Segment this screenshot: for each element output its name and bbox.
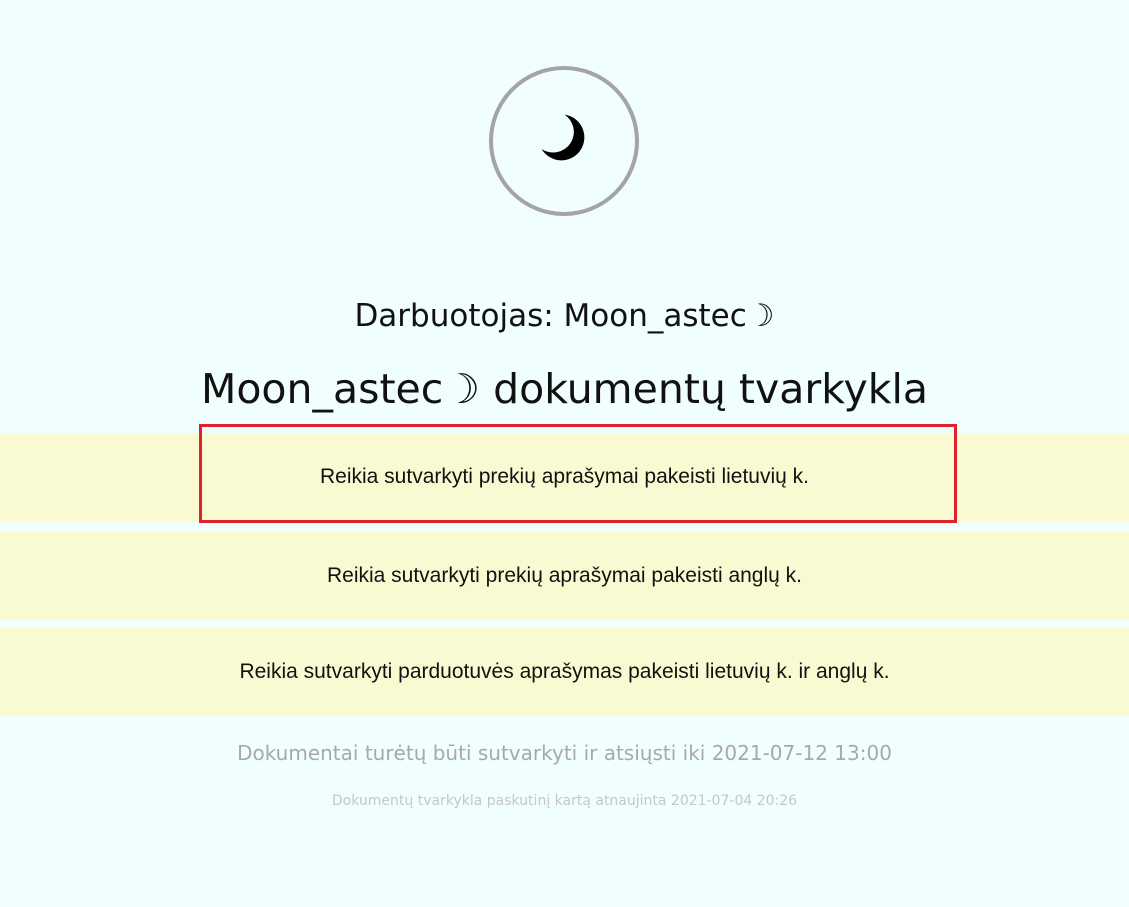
task-text: Reikia sutvarkyti prekių aprašymai pakei…: [326, 564, 803, 587]
task-text: Reikia sutvarkyti parduotuvės aprašymas …: [239, 660, 890, 683]
last-updated-text: Dokumentų tvarkykla paskutinį kartą atna…: [331, 793, 798, 809]
task-item[interactable]: Reikia sutvarkyti prekių aprašymai pakei…: [0, 532, 1129, 620]
page-title: Moon_astec☽ dokumentų tvarkykla: [200, 365, 929, 413]
page: Darbuotojas: Moon_astec☽ Moon_astec☽ dok…: [0, 0, 1129, 907]
task-item[interactable]: Reikia sutvarkyti prekių aprašymai pakei…: [0, 433, 1129, 521]
task-text: Reikia sutvarkyti prekių aprašymai pakei…: [319, 465, 810, 488]
crescent-moon-icon: [534, 111, 594, 171]
deadline-text: Dokumentai turėtų būti sutvarkyti ir ats…: [237, 741, 892, 765]
task-item[interactable]: Reikia sutvarkyti parduotuvės aprašymas …: [0, 628, 1129, 716]
avatar: [489, 66, 639, 216]
worker-label: Darbuotojas: Moon_astec☽: [354, 298, 775, 334]
